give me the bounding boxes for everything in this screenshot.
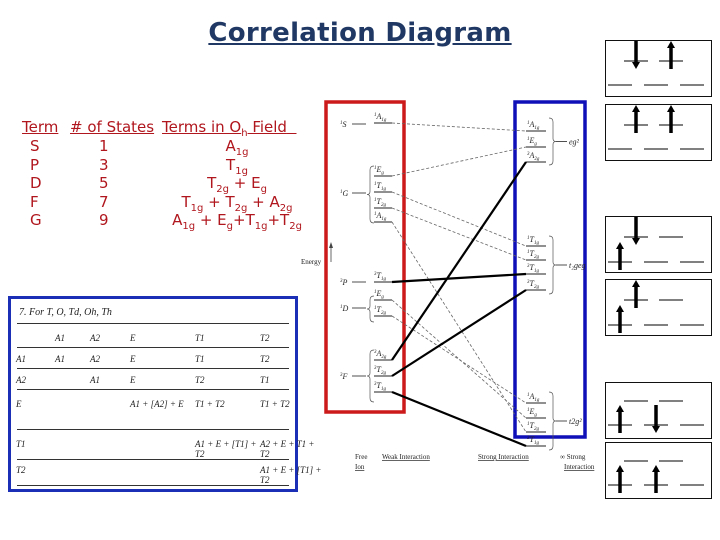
weak-field-term: 3A2g xyxy=(374,349,387,360)
free-ion-label: Free xyxy=(355,453,367,461)
strong-field-term: 3A2g xyxy=(527,151,540,162)
strong-field-term: 1Eg xyxy=(527,136,537,147)
free-ion-term: 1D xyxy=(340,304,349,313)
strong-field-term: 1T2g xyxy=(527,249,539,260)
spin-down-arrow-icon xyxy=(632,217,640,245)
energy-label: Energy xyxy=(301,258,322,266)
spin-up-arrow-icon xyxy=(616,305,624,333)
electron-config-box xyxy=(605,382,712,439)
config-eg2-label: eg² xyxy=(569,138,580,147)
spin-down-arrow-icon xyxy=(632,41,640,69)
infinite-strong-label: ∞ Strong xyxy=(560,453,586,461)
config-t2geg-label: t₂geg xyxy=(569,261,586,270)
spin-up-arrow-icon xyxy=(652,465,660,493)
triplet-correlation-line xyxy=(391,161,527,361)
strong-field-term: 1T1g xyxy=(527,235,539,246)
weak-field-term: 1A1g xyxy=(374,211,387,222)
strong-field-term: 3T1g xyxy=(527,263,539,274)
weak-field-term: 1T1g xyxy=(374,181,386,192)
electron-config-box xyxy=(605,279,712,336)
spin-up-arrow-icon xyxy=(632,105,640,133)
singlet-correlation-line xyxy=(391,122,527,132)
weak-field-term: 1Eg xyxy=(374,289,384,300)
spin-down-arrow-icon xyxy=(652,405,660,433)
strong-field-term: 1T2g xyxy=(527,421,539,432)
strong-field-term: 3T2g xyxy=(527,279,539,290)
spin-up-arrow-icon xyxy=(632,280,640,308)
infinite-strong-label-2: Interaction xyxy=(564,463,595,471)
weak-interaction-box xyxy=(324,100,406,414)
spin-up-arrow-icon xyxy=(616,405,624,433)
free-ion-term: 1G xyxy=(340,189,349,198)
spin-up-arrow-icon xyxy=(616,242,624,270)
free-ion-term: 3P xyxy=(340,278,348,287)
strong-field-term: 1A1g xyxy=(527,392,540,403)
weak-field-term: 3T1g xyxy=(374,381,386,392)
singlet-correlation-line xyxy=(391,191,527,247)
spin-up-arrow-icon xyxy=(616,465,624,493)
strong-interaction-label: Strong Interaction xyxy=(478,453,529,461)
spin-up-arrow-icon xyxy=(667,41,675,69)
triplet-correlation-line xyxy=(391,272,527,284)
weak-field-term: 3T1g xyxy=(374,271,386,282)
config-t2g2-brace xyxy=(548,391,557,451)
weak-field-term: 1A1g xyxy=(374,112,387,123)
brace-1D xyxy=(366,295,375,323)
config-t2geg-brace xyxy=(548,235,557,295)
config-eg2-brace xyxy=(548,117,557,166)
weak-field-term: 1T2g xyxy=(374,305,386,316)
weak-field-term: 3T2g xyxy=(374,365,386,376)
energy-arrow-head xyxy=(329,242,333,248)
weak-field-term: 1T2g xyxy=(374,197,386,208)
strong-field-term: 1Eg xyxy=(527,407,537,418)
brace-3F xyxy=(366,349,375,403)
free-ion-term: 1S xyxy=(340,120,347,129)
weak-interaction-label: Weak Interaction xyxy=(382,453,430,461)
brace-1G xyxy=(366,165,375,224)
spin-up-arrow-icon xyxy=(667,105,675,133)
electron-config-box xyxy=(605,104,712,161)
triplet-correlation-line xyxy=(391,289,527,377)
free-ion-label-2: Ion xyxy=(355,463,365,471)
config-t2g2-label: t2g² xyxy=(569,417,582,426)
singlet-correlation-line xyxy=(391,207,527,261)
electron-config-box xyxy=(605,40,712,97)
electron-config-box xyxy=(605,216,712,273)
singlet-correlation-line xyxy=(391,146,527,177)
weak-field-term: 1Eg xyxy=(374,165,384,176)
free-ion-term: 3F xyxy=(340,372,348,381)
strong-field-term: 1A1g xyxy=(527,120,540,131)
electron-config-box xyxy=(605,442,712,499)
